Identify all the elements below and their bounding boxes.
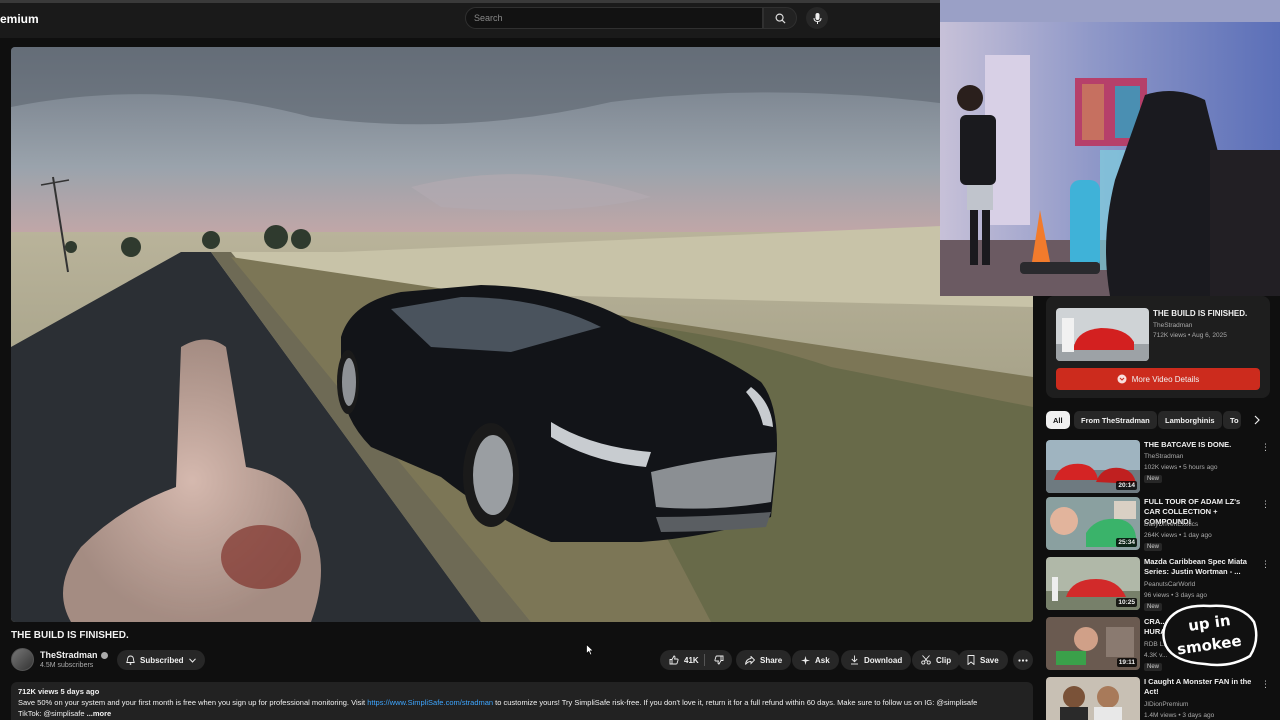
channel-avatar[interactable] [11,648,34,671]
subscribed-label: Subscribed [140,655,184,665]
recommendation-channel[interactable]: TheStradman [1144,453,1183,460]
video-player[interactable] [11,47,1033,622]
now-playing-title[interactable]: THE BUILD IS FINISHED. [1153,309,1247,318]
recommendation-title[interactable]: I Caught A Monster FAN in the Act! [1144,677,1256,697]
subscribed-button[interactable]: Subscribed [117,650,205,670]
share-label: Share [760,655,783,665]
like-dislike-group: 41K [660,650,732,670]
search-input[interactable]: Search [465,7,763,29]
recommendation-item[interactable]: 25:34 FULL TOUR OF ADAM LZ's CAR COLLECT… [1046,497,1274,553]
search-icon [775,13,786,24]
duration-label: 25:34 [1116,538,1137,547]
download-icon [851,655,858,665]
like-divider [704,654,705,666]
description-text: Save 50% on your system and your first m… [18,697,1026,708]
now-playing-channel[interactable]: TheStradman [1153,322,1192,329]
more-vertical-icon[interactable]: ⋮ [1261,499,1270,510]
recommendation-channel[interactable]: JIDionPremium [1144,701,1188,708]
filter-chips: All From TheStradman Lamborghinis To [1046,411,1270,431]
chevron-right-icon[interactable] [1254,415,1260,425]
bookmark-icon [967,655,975,665]
channel-name[interactable]: TheStradman [40,650,98,660]
mouse-cursor-icon [586,644,594,656]
chip-lamborghinis[interactable]: Lamborghinis [1158,411,1222,429]
more-video-details-button[interactable]: More Video Details [1056,368,1260,390]
recommendation-title[interactable]: THE BATCAVE IS DONE. [1144,440,1256,450]
browser-strip [0,0,940,3]
top-bar: emium Search [0,0,940,38]
more-vertical-icon[interactable]: ⋮ [1261,442,1270,453]
chip-truncated[interactable]: To [1223,411,1241,429]
more-vertical-icon[interactable]: ⋮ [1261,679,1270,690]
mic-icon [813,12,821,24]
download-button[interactable]: Download [841,650,912,670]
description-text-part-1: Save 50% on your system and your first m… [18,698,368,707]
show-more-link[interactable]: ...more [87,709,112,718]
now-playing-meta: 712K views • Aug 6, 2025 [1153,332,1227,339]
recommendation-meta: 96 views • 3 days ago [1144,592,1207,599]
new-badge: New [1144,543,1163,551]
search-button[interactable] [763,7,797,29]
duration-label: 20:14 [1116,481,1137,490]
streamer-logo-overlay: up in smokee [1160,600,1260,668]
clip-label: Clip [936,655,952,665]
save-label: Save [980,655,999,665]
duration-label: 10:25 [1116,598,1137,607]
recommendation-title[interactable]: Mazda Caribbean Spec Miata Series: Justi… [1144,557,1256,577]
subscriber-count: 4.5M subscribers [40,662,94,669]
recommendation-thumbnail[interactable] [1046,677,1140,720]
recommendation-channel[interactable]: DailyDrivenExotics [1144,521,1198,528]
recommendation-meta: 264K views • 1 day ago [1144,532,1212,539]
download-label: Download [864,655,903,665]
recommendation-meta: 1.4M views • 3 days ago [1144,712,1215,719]
chip-from-thestradman[interactable]: From TheStradman [1074,411,1157,429]
view-count-date: 712K views 5 days ago [18,687,100,696]
chevron-circle-icon [1117,374,1127,384]
chevron-down-icon [188,657,196,663]
bell-icon [126,655,135,665]
description-text-part-3: TikTok: @simplisafe [18,709,87,718]
like-count[interactable]: 41K [684,656,699,665]
recommendation-thumbnail[interactable]: 25:34 [1046,497,1140,550]
verified-icon [100,651,108,659]
new-badge: New [1144,475,1163,483]
now-playing-card[interactable]: THE BUILD IS FINISHED. TheStradman 712K … [1046,296,1270,398]
chip-all[interactable]: All [1046,411,1070,429]
description-text-part-2: to customize yours! Try SimpliSafe risk-… [493,698,978,707]
ask-label: Ask [815,655,830,665]
clip-button[interactable]: Clip [912,650,961,670]
recommendation-meta: 102K views • 5 hours ago [1144,464,1218,471]
recommendation-channel[interactable]: PeanutsCarWorld [1144,581,1195,588]
sponsor-link[interactable]: https://www.SimpliSafe.com/stradman [367,698,493,707]
recommendation-item[interactable]: 20:14 THE BATCAVE IS DONE. TheStradman 1… [1046,440,1274,496]
ask-button[interactable]: Ask [792,650,839,670]
voice-search-button[interactable] [806,7,828,29]
description-text-line-2: TikTok: @simplisafe ...more [18,708,1026,719]
share-icon [745,655,755,665]
channel-name-row[interactable]: TheStradman [40,650,108,660]
more-horizontal-icon [1018,658,1028,662]
brand-logo-text[interactable]: emium [0,12,39,26]
more-vertical-icon[interactable]: ⋮ [1261,559,1270,570]
save-button[interactable]: Save [958,650,1008,670]
description-box[interactable]: 712K views 5 days ago Save 50% on your s… [11,682,1033,720]
recommendation-item[interactable]: I Caught A Monster FAN in the Act! JIDio… [1046,677,1274,720]
recommendation-thumbnail[interactable]: 10:25 [1046,557,1140,610]
scissors-icon [921,655,931,665]
video-title: THE BUILD IS FINISHED. [11,630,129,641]
like-icon[interactable] [669,655,679,665]
recommendation-thumbnail[interactable]: 20:14 [1046,440,1140,493]
share-button[interactable]: Share [736,650,792,670]
recommendation-thumbnail[interactable]: 19:11 [1046,617,1140,670]
streamer-webcam [940,0,1280,296]
sparkle-icon [801,655,810,665]
now-playing-thumbnail[interactable] [1056,308,1149,361]
duration-label: 19:11 [1116,658,1137,667]
more-actions-button[interactable] [1013,650,1033,670]
more-video-details-label: More Video Details [1131,374,1200,384]
dislike-icon[interactable] [714,655,724,665]
